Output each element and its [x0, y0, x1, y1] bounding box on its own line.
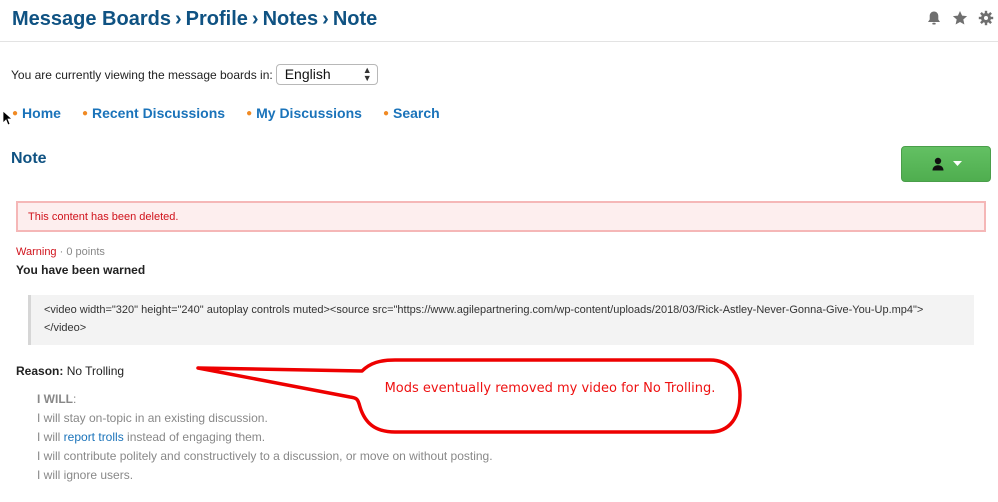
language-row: You are currently viewing the message bo…	[11, 64, 378, 85]
meta-separator: ·	[56, 246, 67, 258]
nav-item-label: Search	[392, 105, 440, 121]
reason-label: Reason:	[16, 364, 64, 378]
quoted-content: <video width="320" height="240" autoplay…	[28, 295, 974, 345]
nav-menu: ● Home ● Recent Discussions ● My Discussion…	[12, 105, 461, 121]
breadcrumb-separator: ›	[322, 8, 329, 30]
language-label: You are currently viewing the message bo…	[11, 67, 273, 82]
bullet-icon: ●	[12, 107, 19, 119]
reason-value: No Trolling	[66, 364, 125, 378]
bullet-icon: ●	[81, 107, 88, 119]
nav-item-search[interactable]: ● Search	[383, 105, 440, 121]
rules-heading: I WILL	[37, 392, 73, 406]
breadcrumb-profile[interactable]: Profile	[186, 8, 248, 30]
note-type: Warning	[16, 246, 57, 258]
report-trolls-link[interactable]: report trolls	[64, 430, 124, 444]
nav-item-label: My Discussions	[256, 105, 362, 121]
gear-icon[interactable]	[978, 10, 994, 26]
breadcrumb-note: Note	[332, 8, 378, 30]
page-header: Message Boards › Profile › Notes › Note	[0, 0, 998, 42]
nav-item-label: Recent Discussions	[92, 105, 226, 121]
nav-item-home[interactable]: ● Home	[12, 105, 61, 121]
bullet-icon: ●	[246, 107, 253, 119]
breadcrumb-separator: ›	[174, 8, 182, 30]
breadcrumb-message-boards[interactable]: Message Boards	[12, 8, 171, 30]
user-icon	[932, 157, 943, 171]
breadcrumb-separator: ›	[251, 8, 259, 30]
note-meta: Warning · 0 points	[16, 246, 105, 258]
nav-item-label: Home	[22, 105, 61, 121]
note-heading: You have been warned	[16, 263, 146, 277]
deleted-alert: This content has been deleted.	[16, 201, 986, 232]
rules-heading-colon: :	[73, 392, 77, 406]
nav-item-recent-discussions[interactable]: ● Recent Discussions	[82, 105, 225, 121]
breadcrumb-notes[interactable]: Notes	[263, 8, 319, 30]
language-selected-value: English	[284, 66, 331, 82]
user-actions-dropdown-button[interactable]	[901, 146, 991, 182]
section-title: Note	[11, 150, 47, 167]
rule-line: I will contribute politely and construct…	[37, 449, 493, 463]
breadcrumb: Message Boards › Profile › Notes › Note	[12, 8, 377, 31]
rule-text: I will	[37, 430, 64, 444]
reason: Reason: No Trolling	[16, 364, 124, 378]
nav-item-my-discussions[interactable]: ● My Discussions	[246, 105, 362, 121]
select-arrows-icon: ▲ ▼	[362, 65, 372, 83]
note-points: 0 points	[66, 246, 105, 258]
star-icon[interactable]	[952, 10, 968, 26]
language-select[interactable]: English ▲ ▼	[275, 64, 378, 85]
caret-down-icon	[952, 161, 962, 166]
bullet-icon: ●	[382, 107, 389, 119]
rule-line: I will ignore users.	[37, 468, 134, 482]
mouse-cursor-icon	[2, 110, 12, 126]
annotation-text: Mods eventually removed my video for No …	[384, 381, 716, 396]
bell-icon[interactable]	[926, 10, 942, 26]
